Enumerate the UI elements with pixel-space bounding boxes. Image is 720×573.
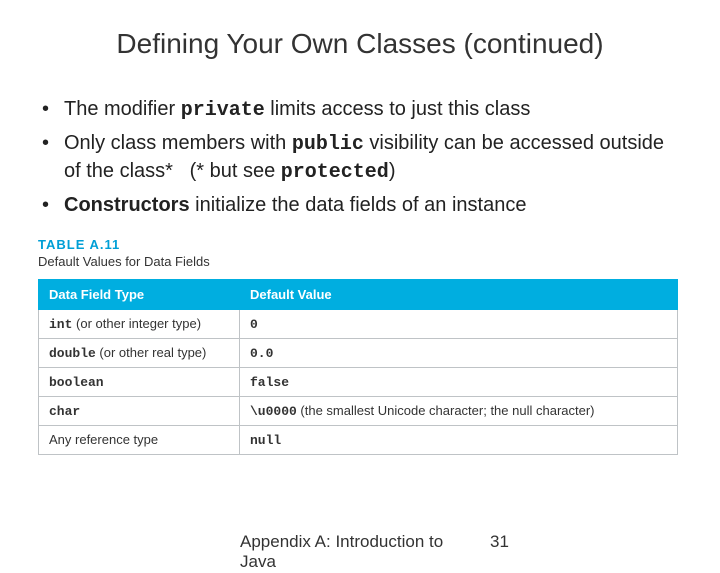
cell-type-mono: double <box>49 346 96 361</box>
bullet-item: The modifier private limits access to ju… <box>42 96 682 124</box>
cell-value-rest: (the smallest Unicode character; the nul… <box>297 403 595 418</box>
cell-type-mono: int <box>49 317 72 332</box>
table-row: boolean false <box>39 368 678 397</box>
cell-value-mono: 0.0 <box>250 346 273 361</box>
footer-page-number: 31 <box>490 532 509 552</box>
bullet-list: The modifier private limits access to ju… <box>38 96 682 219</box>
cell-value-mono: null <box>250 433 281 448</box>
cell-type-rest: Any reference type <box>49 432 158 447</box>
cell-type-mono: char <box>49 404 80 419</box>
bold-term: Constructors <box>64 194 190 216</box>
code-private: private <box>181 99 265 122</box>
table-header: Data Field Type <box>39 280 240 310</box>
table-section: TABLE A.11 Default Values for Data Field… <box>38 237 682 455</box>
cell-type-rest: (or other integer type) <box>72 316 201 331</box>
table-header: Default Value <box>240 280 678 310</box>
table-row: char \u0000 (the smallest Unicode charac… <box>39 397 678 426</box>
bullet-item: Constructors initialize the data fields … <box>42 192 682 219</box>
bullet-text: ) <box>389 160 396 182</box>
bullet-text: limits access to just this class <box>265 98 531 120</box>
table-row: Any reference type null <box>39 426 678 455</box>
cell-value-mono: false <box>250 375 289 390</box>
bullet-item: Only class members with public visibilit… <box>42 130 682 186</box>
bullet-text: Only class members with <box>64 132 292 154</box>
table-row: double (or other real type) 0.0 <box>39 339 678 368</box>
table-label: TABLE A.11 <box>38 237 682 252</box>
slide-title: Defining Your Own Classes (continued) <box>38 28 682 60</box>
footer-text: Appendix A: Introduction to Java <box>240 532 450 573</box>
code-public: public <box>292 133 364 156</box>
data-table: Data Field Type Default Value int (or ot… <box>38 279 678 455</box>
bullet-text: The modifier <box>64 98 181 120</box>
cell-value-mono: 0 <box>250 317 258 332</box>
cell-type-mono: boolean <box>49 375 104 390</box>
cell-value-mono: \u0000 <box>250 404 297 419</box>
code-protected: protected <box>281 161 389 184</box>
bullet-text: initialize the data fields of an instanc… <box>190 194 527 216</box>
cell-type-rest: (or other real type) <box>96 345 207 360</box>
table-caption: Default Values for Data Fields <box>38 254 682 269</box>
table-row: int (or other integer type) 0 <box>39 310 678 339</box>
